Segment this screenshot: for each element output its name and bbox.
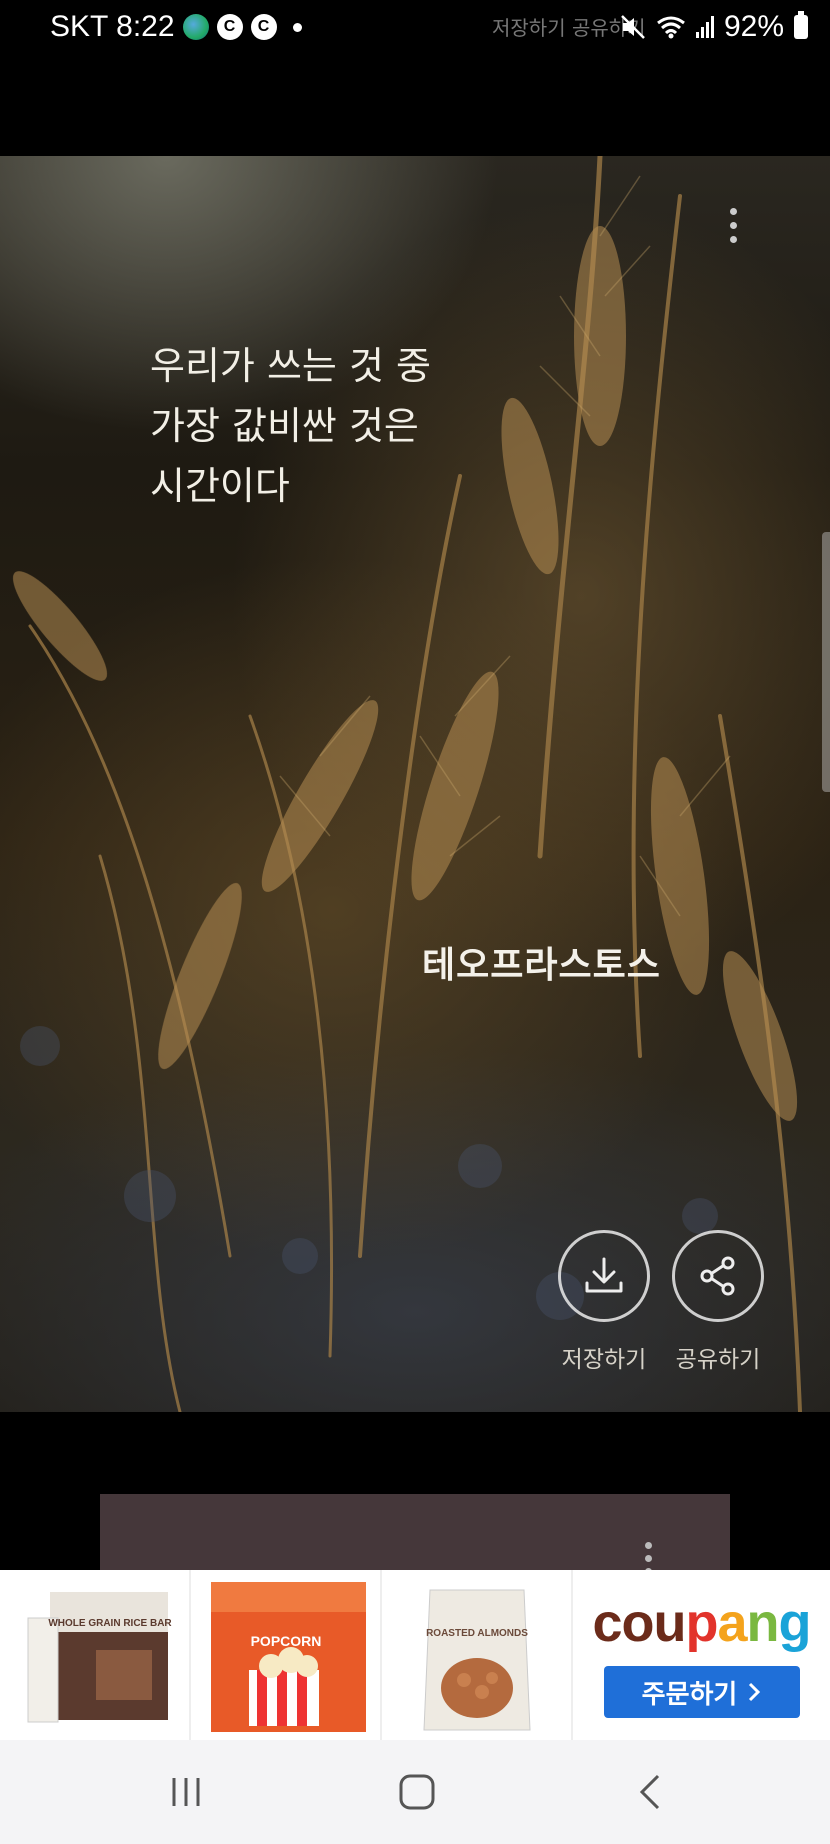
download-icon [558,1230,650,1322]
status-right: 92% [620,10,808,44]
almonds-label: ROASTED ALMONDS [426,1628,528,1639]
quote-card: 우리가 쓰는 것 중 가장 값비싼 것은 시간이다 테오프라스토스 저장하기 공… [0,156,830,1412]
quote-text: 우리가 쓰는 것 중 가장 값비싼 것은 시간이다 [150,344,431,508]
notification-dot-icon [292,22,302,32]
card-menu-icon[interactable] [730,208,740,243]
share-button[interactable]: 공유하기 [658,1230,778,1374]
chevron-right-icon [749,1682,761,1702]
save-button[interactable]: 저장하기 [544,1230,664,1374]
popcorn-label: POPCORN [251,1633,322,1649]
signal-icon [695,16,714,38]
coupang-logo-letter: u [653,1593,687,1653]
rice-bar-label: WHOLE GRAIN RICE BAR [48,1618,172,1629]
cc-icon: C [216,14,243,40]
ad-product-popcorn[interactable]: POPCORN [191,1570,382,1740]
recent-apps-icon[interactable] [156,1770,216,1814]
coupang-logo: coupang [592,1592,812,1654]
wifi-icon [657,16,685,39]
popcorn-image: POPCORN [211,1582,366,1732]
coupang-logo-letter: a [717,1593,748,1653]
coupang-ad-banner[interactable]: WHOLE GRAIN RICE BAR POPCORN ROASTED ALM… [0,1570,830,1740]
order-button[interactable]: 주문하기 [603,1666,800,1718]
back-icon[interactable] [620,1770,680,1814]
next-quote-card[interactable] [100,1494,730,1575]
coupang-brand-area[interactable]: coupang 주문하기 [573,1570,830,1740]
cc-icon: C [250,14,277,40]
carrier-time: SKT 8:22 [50,10,175,43]
home-icon[interactable] [387,1770,447,1814]
share-label: 공유하기 [675,1347,761,1373]
mute-icon [621,15,645,39]
coupang-logo-letter: g [778,1593,812,1653]
coupang-logo-letter: p [685,1593,719,1653]
save-label: 저장하기 [561,1347,647,1373]
coupang-logo-letter: n [746,1593,780,1653]
almonds-image: ROASTED ALMONDS [423,1589,531,1731]
battery-level: 92% [723,10,784,43]
globe-icon [182,14,209,40]
ad-product-rice-bar[interactable]: WHOLE GRAIN RICE BAR [0,1570,191,1740]
status-bar: SKT 8:22 C C 저장하기 공유하기 92% [0,0,830,62]
battery-icon [794,11,808,39]
order-label: 주문하기 [641,1679,738,1710]
status-left: SKT 8:22 C C [50,10,302,44]
quote-author: 테오프라스토스 [422,945,661,986]
coupang-logo-letter: c [592,1593,622,1653]
ad-product-almonds[interactable]: ROASTED ALMONDS [382,1570,573,1740]
share-icon [672,1230,764,1322]
rice-bar-image: WHOLE GRAIN RICE BAR [27,1592,172,1723]
navigation-bar [0,1740,830,1844]
coupang-logo-letter: o [621,1593,655,1653]
edge-panel-handle[interactable] [822,532,830,792]
